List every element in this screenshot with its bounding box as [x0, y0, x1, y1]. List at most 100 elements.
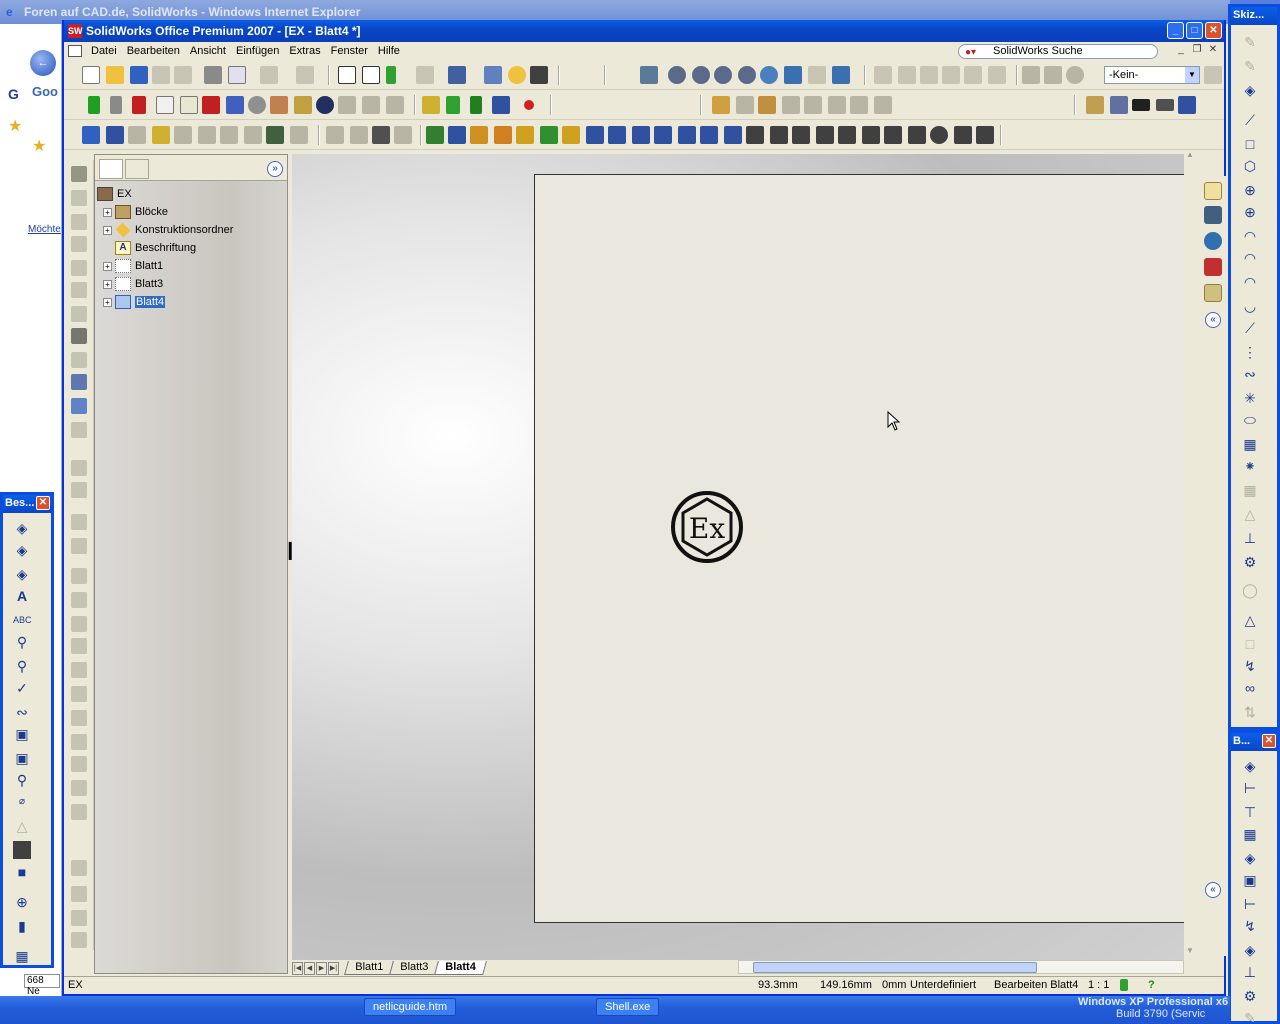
shaded-edges-icon[interactable] [942, 66, 960, 84]
perimeter-circle-icon[interactable]: ⊕ [1241, 203, 1259, 221]
drawing-tool-1-icon[interactable] [712, 96, 730, 114]
floating-toolbar-title[interactable]: Skiz... [1231, 7, 1277, 25]
line-tool-icon[interactable] [446, 96, 460, 114]
undo-icon[interactable] [260, 66, 278, 84]
layer-dropdown[interactable]: -Kein- ▼ [1104, 66, 1200, 84]
find-icon[interactable] [106, 126, 124, 144]
sel-filter-13-icon[interactable] [700, 126, 718, 144]
relative-view-icon[interactable] [71, 398, 87, 414]
close-icon[interactable]: ✕ [1262, 734, 1276, 748]
expand-plus-icon[interactable]: + [103, 261, 112, 271]
break-out-icon[interactable] [71, 352, 87, 368]
sel-filter-1-icon[interactable] [426, 126, 444, 144]
custom-tool-icon[interactable] [294, 96, 312, 114]
dim-tool-10-icon[interactable]: ⊥ [1241, 963, 1259, 981]
drawing-tool-2-icon[interactable] [736, 96, 754, 114]
hidden-lines-visible-icon[interactable] [898, 66, 916, 84]
sel-filter-3-icon[interactable] [470, 126, 488, 144]
dim-3-icon[interactable]: ◈ [13, 565, 31, 583]
vt-tool-24-icon[interactable] [71, 734, 87, 750]
make-drawing-icon[interactable] [152, 66, 170, 84]
smart-dim-icon[interactable]: ◈ [13, 519, 31, 537]
view-orientation-icon[interactable] [832, 66, 850, 84]
vt-tool-28-icon[interactable] [71, 860, 87, 876]
tab-blatt1[interactable]: Blatt1 [344, 961, 395, 975]
zoom-selection-icon[interactable] [738, 66, 756, 84]
vt-tool-19-icon[interactable] [71, 616, 87, 632]
prev-sheet-icon[interactable]: ◀ [304, 961, 315, 975]
balloon-icon[interactable]: ⚲ [13, 633, 31, 651]
sel-filter-10-icon[interactable] [632, 126, 650, 144]
sel-filter-4-icon[interactable] [494, 126, 512, 144]
hole-callout-icon[interactable]: ⌀ [13, 793, 31, 811]
expand-plus-icon[interactable]: + [103, 279, 112, 289]
redo-icon[interactable] [296, 66, 314, 84]
sel-filter-16-icon[interactable] [770, 126, 788, 144]
detail-view-icon[interactable] [71, 282, 87, 298]
spell-check-float-icon[interactable]: ABC [13, 611, 32, 629]
filter-1-icon[interactable] [326, 126, 344, 144]
vt-tool-16-icon[interactable] [71, 538, 87, 554]
3d-sketch-icon[interactable]: ✎ [1241, 57, 1259, 75]
section-view-tool-icon[interactable] [71, 236, 87, 252]
point-icon[interactable]: ✳ [1241, 389, 1259, 407]
vt-tool-17-icon[interactable] [71, 568, 87, 584]
aligned-section-icon[interactable] [71, 260, 87, 276]
filter-3-icon[interactable] [372, 126, 390, 144]
vertical-scrollbar[interactable]: ▲ ▼ [1184, 150, 1200, 960]
menu-einfuegen[interactable]: Einfügen [231, 45, 284, 57]
smart-dimension-sketch-icon[interactable]: ◈ [1241, 81, 1259, 99]
display-relations-icon[interactable]: ⚙ [1241, 553, 1259, 571]
horizontal-scroll-thumb[interactable] [753, 962, 1037, 973]
tool-c6-icon[interactable] [290, 126, 308, 144]
sketch-fillet-icon[interactable]: ◡ [1241, 297, 1259, 315]
split-icon[interactable]: ⇅ [1241, 703, 1259, 721]
check-icon[interactable] [226, 96, 244, 114]
menu-fenster[interactable]: Fenster [326, 45, 373, 57]
tree-item-beschriftung[interactable]: A Beschriftung [97, 239, 233, 257]
centerline-sketch-icon[interactable]: ⟋ [1241, 319, 1259, 337]
centerline-icon[interactable]: ▮ [13, 917, 31, 935]
roll-view-icon[interactable] [808, 66, 826, 84]
help-icon[interactable] [508, 66, 526, 84]
sel-filter-9-icon[interactable] [608, 126, 626, 144]
tangent-arc-icon[interactable]: ◠ [1241, 249, 1259, 267]
red-dot-icon[interactable] [524, 100, 534, 110]
ex-explosion-protection-symbol[interactable]: Ex [669, 489, 745, 565]
circle-icon[interactable]: ⊕ [1241, 181, 1259, 199]
solidworks-search-input[interactable]: ●▾ SolidWorks Suche [958, 44, 1158, 59]
point-star-icon[interactable] [470, 96, 482, 114]
design-library-icon[interactable] [1204, 206, 1222, 224]
vt-tool-23-icon[interactable] [71, 710, 87, 726]
dim-tool-7-icon[interactable]: ⊢ [1241, 895, 1259, 913]
scroll-up-icon[interactable]: ▲ [1186, 150, 1194, 159]
smart-dimension-icon[interactable] [640, 66, 658, 84]
area-hatch-icon[interactable] [13, 841, 31, 859]
tool-c1-icon[interactable] [128, 126, 146, 144]
tool-c5-icon[interactable] [244, 126, 262, 144]
stop-macro-icon[interactable] [110, 96, 122, 114]
tab-blatt3[interactable]: Blatt3 [389, 961, 440, 975]
weld-symbol-icon[interactable]: ∾ [13, 703, 31, 721]
sel-filter-17-icon[interactable] [792, 126, 810, 144]
section-view-icon[interactable] [1022, 66, 1040, 84]
spline-icon[interactable] [492, 96, 510, 114]
ordinate-dim-icon[interactable]: ◈ [1241, 849, 1259, 867]
add-relation-icon[interactable]: ⊥ [1241, 529, 1259, 547]
next-sheet-icon[interactable]: ▶ [316, 961, 327, 975]
realview-icon[interactable] [1066, 66, 1084, 84]
block-icon[interactable]: ■ [13, 863, 31, 881]
standard-3-view-icon[interactable] [71, 422, 87, 438]
close-button[interactable]: ✕ [1205, 22, 1222, 39]
rebuild-status-icon[interactable] [1120, 979, 1128, 991]
tree-item-blatt4[interactable]: + Blatt4 [97, 293, 233, 311]
sketch-entity-icon[interactable] [422, 96, 440, 114]
extend-icon[interactable]: ∞ [1241, 679, 1259, 697]
centerpoint-arc-icon[interactable]: ◠ [1241, 227, 1259, 245]
graphics-area[interactable]: Ex [292, 154, 1184, 960]
vt-tool-30-icon[interactable] [71, 910, 87, 926]
sketch-icon[interactable]: ✎ [1241, 33, 1259, 51]
tree-root[interactable]: EX [97, 185, 233, 203]
help-status-icon[interactable]: ? [1148, 979, 1155, 991]
menu-bearbeiten[interactable]: Bearbeiten [122, 45, 185, 57]
